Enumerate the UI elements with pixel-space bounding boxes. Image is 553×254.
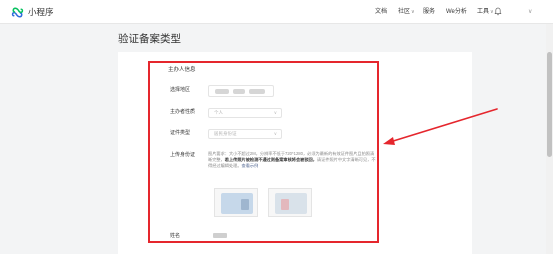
- nav-item-docs[interactable]: 文档: [375, 6, 387, 18]
- nav-item-services[interactable]: 服务: [423, 6, 435, 18]
- bell-icon[interactable]: [494, 7, 502, 16]
- top-navigation-bar: 小程序 文档 社区∨ 服务 We分析 工具∨ ∨: [0, 0, 553, 24]
- nav-item-community[interactable]: 社区∨: [398, 6, 415, 18]
- chevron-down-icon: ∨: [411, 9, 415, 15]
- page-title: 验证备案类型: [118, 33, 181, 45]
- account-menu-chevron-icon[interactable]: ∨: [528, 6, 532, 18]
- brand[interactable]: 小程序: [11, 5, 54, 19]
- nav-item-we-analytics[interactable]: We分析: [446, 6, 467, 18]
- annotation-arrow-icon: [383, 108, 498, 145]
- nav-item-tools[interactable]: 工具∨: [477, 6, 494, 18]
- highlight-frame: [148, 61, 379, 243]
- app-name: 小程序: [28, 7, 54, 17]
- miniprogram-logo-icon: [11, 6, 24, 18]
- scrollbar-thumb[interactable]: [547, 52, 552, 157]
